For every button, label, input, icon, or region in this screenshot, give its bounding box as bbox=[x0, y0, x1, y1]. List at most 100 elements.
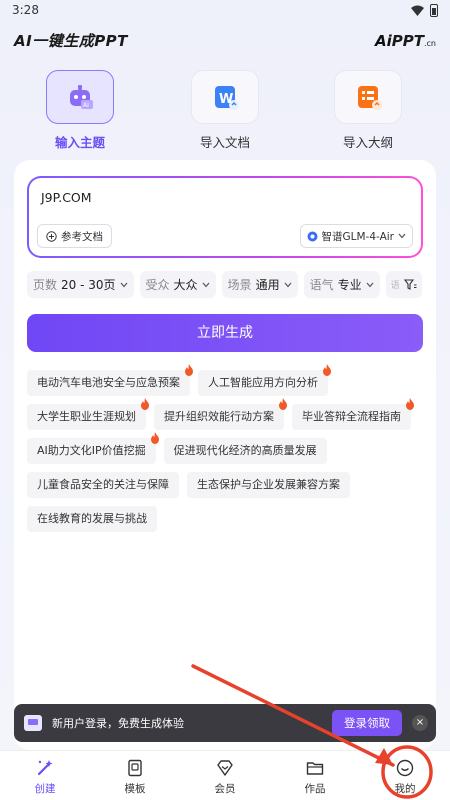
hot-flame-icon bbox=[279, 398, 287, 410]
chevron-down-icon bbox=[366, 282, 374, 287]
mode-input-topic-box: AI bbox=[46, 70, 114, 124]
chevron-down-icon bbox=[284, 282, 292, 287]
filter-pages-key: 页数 bbox=[33, 278, 58, 292]
login-banner: 新用户登录，免费生成体验 登录领取 × bbox=[14, 704, 436, 742]
suggestion-chip-label: 大学生职业生涯规划 bbox=[37, 410, 136, 423]
topic-input-inner[interactable]: J9P.COM 参考文档 智谱GLM-4-Air bbox=[29, 178, 421, 256]
suggestion-chip[interactable]: 生态保护与企业发展兼容方案 bbox=[187, 472, 350, 498]
suggestion-chip[interactable]: 毕业答辩全流程指南 bbox=[292, 398, 414, 430]
app-title: AI一键生成PPT bbox=[14, 32, 128, 50]
mode-input-topic-label: 输入主题 bbox=[54, 135, 105, 150]
mode-import-outline-label: 导入大纲 bbox=[342, 135, 393, 150]
mode-import-outline[interactable]: 导入大纲 bbox=[318, 70, 418, 151]
topic-input[interactable]: J9P.COM bbox=[41, 190, 92, 205]
mode-import-doc-box: W bbox=[191, 70, 259, 124]
nav-membership[interactable]: 会员 bbox=[180, 751, 270, 800]
filter-audience-value: 大众 bbox=[173, 278, 198, 292]
mode-selector: AI 输入主题 W 导入文档 导入大纲 bbox=[0, 70, 450, 156]
suggestion-list: 电动汽车电池安全与应急预案 人工智能应用方向分析大学生职业生涯规划 提升组织效能行动… bbox=[27, 364, 423, 540]
svg-text:AI: AI bbox=[83, 102, 89, 109]
suggestion-chip-label: 毕业答辩全流程指南 bbox=[302, 410, 401, 423]
model-logo-icon bbox=[307, 231, 317, 241]
nav-works-label: 作品 bbox=[304, 783, 326, 795]
nav-create-label: 创建 bbox=[34, 783, 56, 795]
plus-circle-icon bbox=[46, 230, 57, 242]
filter-audience-key: 受众 bbox=[145, 278, 170, 292]
model-select[interactable]: 智谱GLM-4-Air bbox=[299, 224, 413, 248]
suggestion-chip-label: AI助力文化IP价值挖掘 bbox=[37, 444, 146, 457]
mode-import-doc-label: 导入文档 bbox=[199, 135, 250, 150]
chevron-down-icon bbox=[202, 282, 210, 287]
nav-create[interactable]: 创建 bbox=[0, 751, 90, 800]
topic-input-box: J9P.COM 参考文档 智谱GLM-4-Air bbox=[27, 176, 423, 258]
hot-flame-icon bbox=[150, 432, 159, 444]
suggestion-row: 大学生职业生涯规划 提升组织效能行动方案 毕业答辩全流程指南 bbox=[27, 398, 423, 430]
suggestion-row: 在线教育的发展与挑战 bbox=[27, 506, 423, 532]
filter-more[interactable]: 语 bbox=[385, 271, 422, 298]
login-banner-icon bbox=[24, 715, 42, 731]
nav-works[interactable]: 作品 bbox=[270, 751, 360, 800]
filter-tone[interactable]: 语气 专业 bbox=[303, 271, 380, 298]
filter-tone-key: 语气 bbox=[309, 278, 334, 292]
close-icon[interactable]: × bbox=[412, 715, 428, 731]
brand-suffix: .cn bbox=[423, 39, 436, 48]
filter-pages-value: 20 - 30页 bbox=[61, 278, 116, 292]
hot-flame-icon bbox=[185, 364, 193, 376]
hot-flame-icon bbox=[323, 364, 331, 376]
login-claim-button[interactable]: 登录领取 bbox=[332, 710, 402, 736]
nav-mine-label: 我的 bbox=[394, 783, 416, 795]
nav-templates-label: 模板 bbox=[124, 783, 146, 795]
model-label: 智谱GLM-4-Air bbox=[321, 230, 395, 243]
reference-doc-label: 参考文档 bbox=[61, 230, 103, 243]
mode-import-doc[interactable]: W 导入文档 bbox=[175, 70, 275, 151]
mode-import-outline-box bbox=[334, 70, 402, 124]
nav-templates[interactable]: 模板 bbox=[90, 751, 180, 800]
suggestion-chip-label: 电动汽车电池安全与应急预案 bbox=[37, 376, 180, 389]
outline-doc-icon bbox=[358, 86, 382, 110]
suggestion-chip[interactable]: 促进现代化经济的高质量发展 bbox=[163, 438, 327, 464]
status-time: 3:28 bbox=[12, 3, 39, 17]
login-banner-text: 新用户登录，免费生成体验 bbox=[52, 717, 184, 730]
suggestion-chip[interactable]: 在线教育的发展与挑战 bbox=[27, 506, 157, 532]
generate-button[interactable]: 立即生成 bbox=[27, 314, 423, 352]
hot-flame-icon bbox=[141, 398, 149, 410]
chevron-down-icon bbox=[120, 282, 127, 287]
suggestion-chip[interactable]: 提升组织效能行动方案 bbox=[154, 398, 287, 430]
folder-icon bbox=[306, 762, 324, 775]
filter-language-key: 语 bbox=[390, 281, 400, 291]
suggestion-chip[interactable]: 大学生职业生涯规划 bbox=[27, 398, 149, 430]
diamond-icon bbox=[217, 760, 233, 776]
suggestion-chip-label: 促进现代化经济的高质量发展 bbox=[173, 444, 317, 457]
filter-pages[interactable]: 页数 20 - 30页 bbox=[27, 271, 134, 298]
suggestion-chip[interactable]: 电动汽车电池安全与应急预案 bbox=[27, 364, 193, 396]
suggestion-chip[interactable]: AI助力文化IP价值挖掘 bbox=[27, 432, 159, 464]
chevron-down-icon bbox=[398, 233, 406, 239]
filter-audience[interactable]: 受众 大众 bbox=[139, 271, 216, 298]
app-header: AI一键生成PPT AiPPT.cn bbox=[14, 30, 436, 54]
robot-icon: AI bbox=[70, 85, 93, 109]
status-bar: 3:28 bbox=[0, 0, 450, 22]
filter-scene-value: 通用 bbox=[255, 278, 280, 292]
status-icons bbox=[411, 4, 438, 17]
suggestion-row: 儿童食品安全的关注与保障 生态保护与企业发展兼容方案 bbox=[27, 472, 423, 498]
battery-icon bbox=[430, 4, 438, 17]
mode-input-topic[interactable]: AI 输入主题 bbox=[30, 70, 130, 151]
brand-prefix: Ai bbox=[374, 32, 392, 50]
hot-flame-icon bbox=[406, 398, 414, 410]
filter-row: 页数 20 - 30页 受众 大众 场景 通用 语气 专业 语 bbox=[27, 271, 423, 299]
filter-scene[interactable]: 场景 通用 bbox=[221, 271, 298, 298]
bottom-nav: 创建 模板 会员 作品 我的 bbox=[0, 750, 450, 800]
suggestion-chip[interactable]: 人工智能应用方向分析 bbox=[198, 364, 331, 396]
suggestion-chip[interactable]: 儿童食品安全的关注与保障 bbox=[27, 472, 179, 498]
filter-funnel-icon bbox=[403, 278, 417, 290]
word-doc-icon: W bbox=[215, 86, 239, 110]
filter-tone-value: 专业 bbox=[337, 278, 362, 292]
suggestion-row: AI助力文化IP价值挖掘 促进现代化经济的高质量发展 bbox=[27, 432, 423, 464]
main-card: J9P.COM 参考文档 智谱GLM-4-Air 页数 20 - 30页 受众 … bbox=[14, 160, 436, 750]
reference-doc-button[interactable]: 参考文档 bbox=[37, 224, 112, 248]
brand-main: PPT bbox=[391, 32, 424, 50]
suggestion-chip-label: 儿童食品安全的关注与保障 bbox=[37, 478, 169, 491]
template-book-icon bbox=[128, 759, 142, 777]
smile-face-icon bbox=[396, 759, 414, 777]
nav-mine[interactable]: 我的 bbox=[360, 751, 450, 800]
